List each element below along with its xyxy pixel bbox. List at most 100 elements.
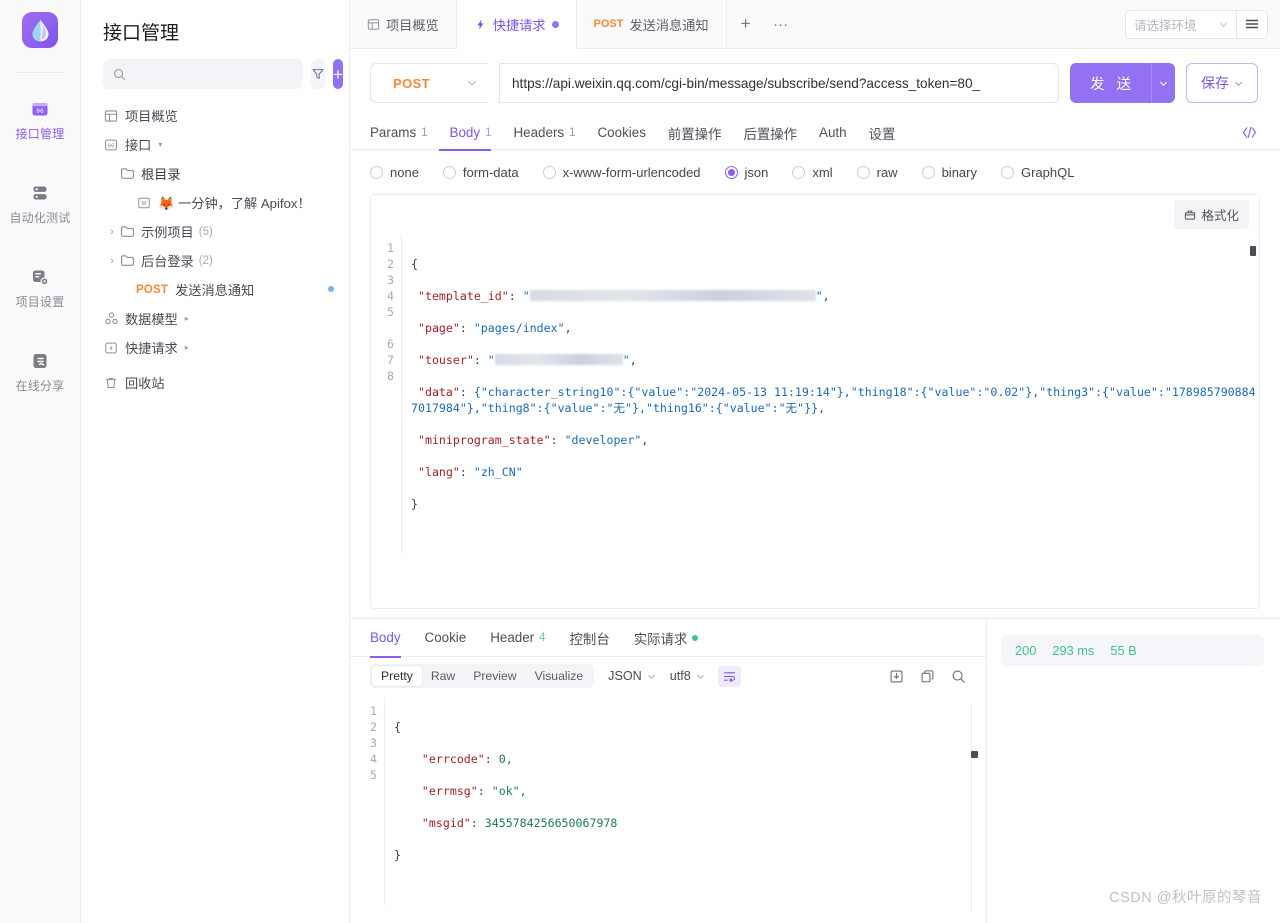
send-options-button[interactable]: [1151, 63, 1175, 103]
tab-label: Body: [449, 125, 481, 140]
tab-post-operation[interactable]: 后置操作: [732, 116, 808, 150]
filter-button[interactable]: [311, 59, 325, 89]
url-input[interactable]: [499, 63, 1059, 103]
rail-item-project-settings[interactable]: 项目设置: [0, 257, 81, 319]
json-editor[interactable]: 1 2 3 4 5 6 7 8 { "template_id": " ", "pa…: [371, 234, 1259, 554]
scrollbar-thumb[interactable]: [1250, 246, 1256, 256]
request-body-editor[interactable]: 格式化 1 2 3 4 5 6 7 8 { "template_id": " ",…: [370, 194, 1260, 609]
radio-raw[interactable]: raw: [856, 165, 898, 180]
tree-item-api[interactable]: 96 接口 ▾: [81, 130, 349, 159]
wrap-lines-button[interactable]: [717, 665, 741, 687]
tab-params[interactable]: Params 1: [370, 116, 439, 150]
response-format-select[interactable]: JSON: [608, 669, 656, 683]
tab-send-message-notification[interactable]: POST 发送消息通知: [577, 0, 727, 48]
line-number: 1: [387, 241, 394, 255]
radio-label: xml: [812, 165, 833, 180]
tree-item-apifox-doc[interactable]: M 🦊 一分钟，了解 Apifox！: [81, 188, 349, 217]
response-tab-cookie[interactable]: Cookie: [413, 619, 479, 657]
environment-menu-button[interactable]: [1237, 9, 1268, 39]
radio-none[interactable]: none: [370, 165, 419, 180]
radio-label: none: [390, 165, 419, 180]
tab-cookies[interactable]: Cookies: [587, 116, 657, 150]
tab-quick-request[interactable]: 快捷请求: [456, 0, 577, 49]
response-encoding-select[interactable]: utf8: [670, 669, 705, 683]
download-icon[interactable]: [889, 669, 904, 684]
json-brace: }: [411, 497, 418, 511]
rail-item-automation-test[interactable]: 自动化测试: [0, 173, 81, 235]
tree-item-send-message-notification[interactable]: POST 发送消息通知: [81, 275, 349, 304]
tab-auth[interactable]: Auth: [808, 116, 858, 150]
rail-item-online-share[interactable]: 在线分享: [0, 341, 81, 403]
response-toolbar: Pretty Raw Preview Visualize JSON utf8: [350, 657, 986, 695]
search-box[interactable]: [103, 59, 303, 89]
chevron-right-icon[interactable]: ▸: [185, 314, 189, 323]
sidebar-title: 接口管理: [103, 23, 180, 44]
response-toolbar-right: [889, 669, 966, 684]
url-bar: POST 发 送 保存: [350, 49, 1280, 116]
tab-label: Auth: [819, 125, 847, 140]
line-number: 2: [370, 720, 377, 734]
response-tab-header[interactable]: Header 4: [478, 619, 557, 657]
tab-label: Header: [490, 630, 535, 645]
tab-headers[interactable]: Headers 1: [502, 116, 586, 150]
segment-preview[interactable]: Preview: [464, 666, 525, 686]
tree-item-backend-login[interactable]: › 后台登录 (2): [81, 246, 349, 275]
chevron-down-icon[interactable]: ▾: [158, 140, 162, 149]
radio-form-data[interactable]: form-data: [442, 165, 519, 180]
quickrequest-icon: [103, 340, 119, 356]
tab-project-overview[interactable]: 项目概览: [350, 0, 457, 48]
environment-select[interactable]: 请选择环境: [1125, 9, 1237, 39]
tree-item-root-folder[interactable]: 根目录: [81, 159, 349, 188]
response-tab-body[interactable]: Body: [370, 619, 413, 658]
tab-more-button[interactable]: ···: [765, 0, 797, 48]
tab-label: Cookie: [424, 630, 467, 645]
radio-x-www-form-urlencoded[interactable]: x-www-form-urlencoded: [542, 165, 701, 180]
radio-json[interactable]: json: [724, 165, 769, 180]
method-select[interactable]: POST: [370, 63, 488, 103]
line-number: 3: [370, 736, 377, 750]
response-json-editor[interactable]: 1 2 3 4 5 { "errcode": 0, "errmsg": "ok"…: [350, 695, 986, 905]
add-button[interactable]: +: [333, 59, 343, 89]
search-icon[interactable]: [951, 669, 966, 684]
response-body[interactable]: 1 2 3 4 5 { "errcode": 0, "errmsg": "ok"…: [350, 695, 986, 923]
tab-pre-operation[interactable]: 前置操作: [657, 116, 733, 150]
radio-graphql[interactable]: GraphQL: [1001, 165, 1074, 180]
new-tab-button[interactable]: +: [727, 0, 765, 48]
editor-content[interactable]: { "template_id": " ", "page": "pages/inde…: [401, 234, 1259, 554]
body-editor-scrollbar[interactable]: [1249, 234, 1258, 608]
tab-body[interactable]: Body 1: [438, 116, 503, 151]
code-line: {: [394, 719, 986, 735]
chevron-right-icon[interactable]: ›: [105, 255, 119, 267]
tree-item-project-overview[interactable]: 项目概览: [81, 101, 349, 130]
segment-pretty[interactable]: Pretty: [372, 666, 422, 686]
segment-visualize[interactable]: Visualize: [526, 666, 593, 686]
radio-label: json: [744, 165, 769, 180]
tree-item-data-model[interactable]: 数据模型 ▸: [81, 304, 349, 333]
response-tab-console[interactable]: 控制台: [558, 619, 622, 657]
rail-item-api-management[interactable]: 96 接口管理: [0, 89, 81, 151]
code-brackets-icon[interactable]: [1241, 126, 1258, 139]
send-button[interactable]: 发 送: [1069, 63, 1151, 103]
radio-xml[interactable]: xml: [792, 165, 833, 180]
radio-binary[interactable]: binary: [921, 165, 977, 180]
json-key: "touser": [417, 353, 474, 367]
tab-settings[interactable]: 设置: [858, 116, 907, 150]
json-value: 3455784256650067978: [484, 816, 618, 830]
tree-item-label: 项目概览: [125, 109, 178, 124]
scrollbar-thumb[interactable]: [971, 751, 978, 758]
tree-item-sample-project[interactable]: › 示例项目 (5): [81, 217, 349, 246]
response-tab-actual-request[interactable]: 实际请求: [622, 619, 711, 657]
tree-item-label: 示例项目: [141, 225, 194, 240]
json-brace: {: [411, 257, 418, 271]
search-input[interactable]: [132, 67, 293, 81]
segment-raw[interactable]: Raw: [422, 666, 464, 686]
save-button[interactable]: 保存: [1186, 63, 1258, 103]
tree-item-quick-request[interactable]: 快捷请求 ▸: [81, 333, 349, 362]
tab-badge: 1: [569, 126, 576, 139]
tree-item-recycle-bin[interactable]: 回收站: [81, 368, 349, 397]
chevron-right-icon[interactable]: ▸: [185, 343, 189, 352]
copy-icon[interactable]: [920, 669, 935, 684]
format-button[interactable]: 格式化: [1174, 200, 1249, 229]
response-scrollbar[interactable]: [971, 703, 978, 913]
chevron-right-icon[interactable]: ›: [105, 226, 119, 238]
